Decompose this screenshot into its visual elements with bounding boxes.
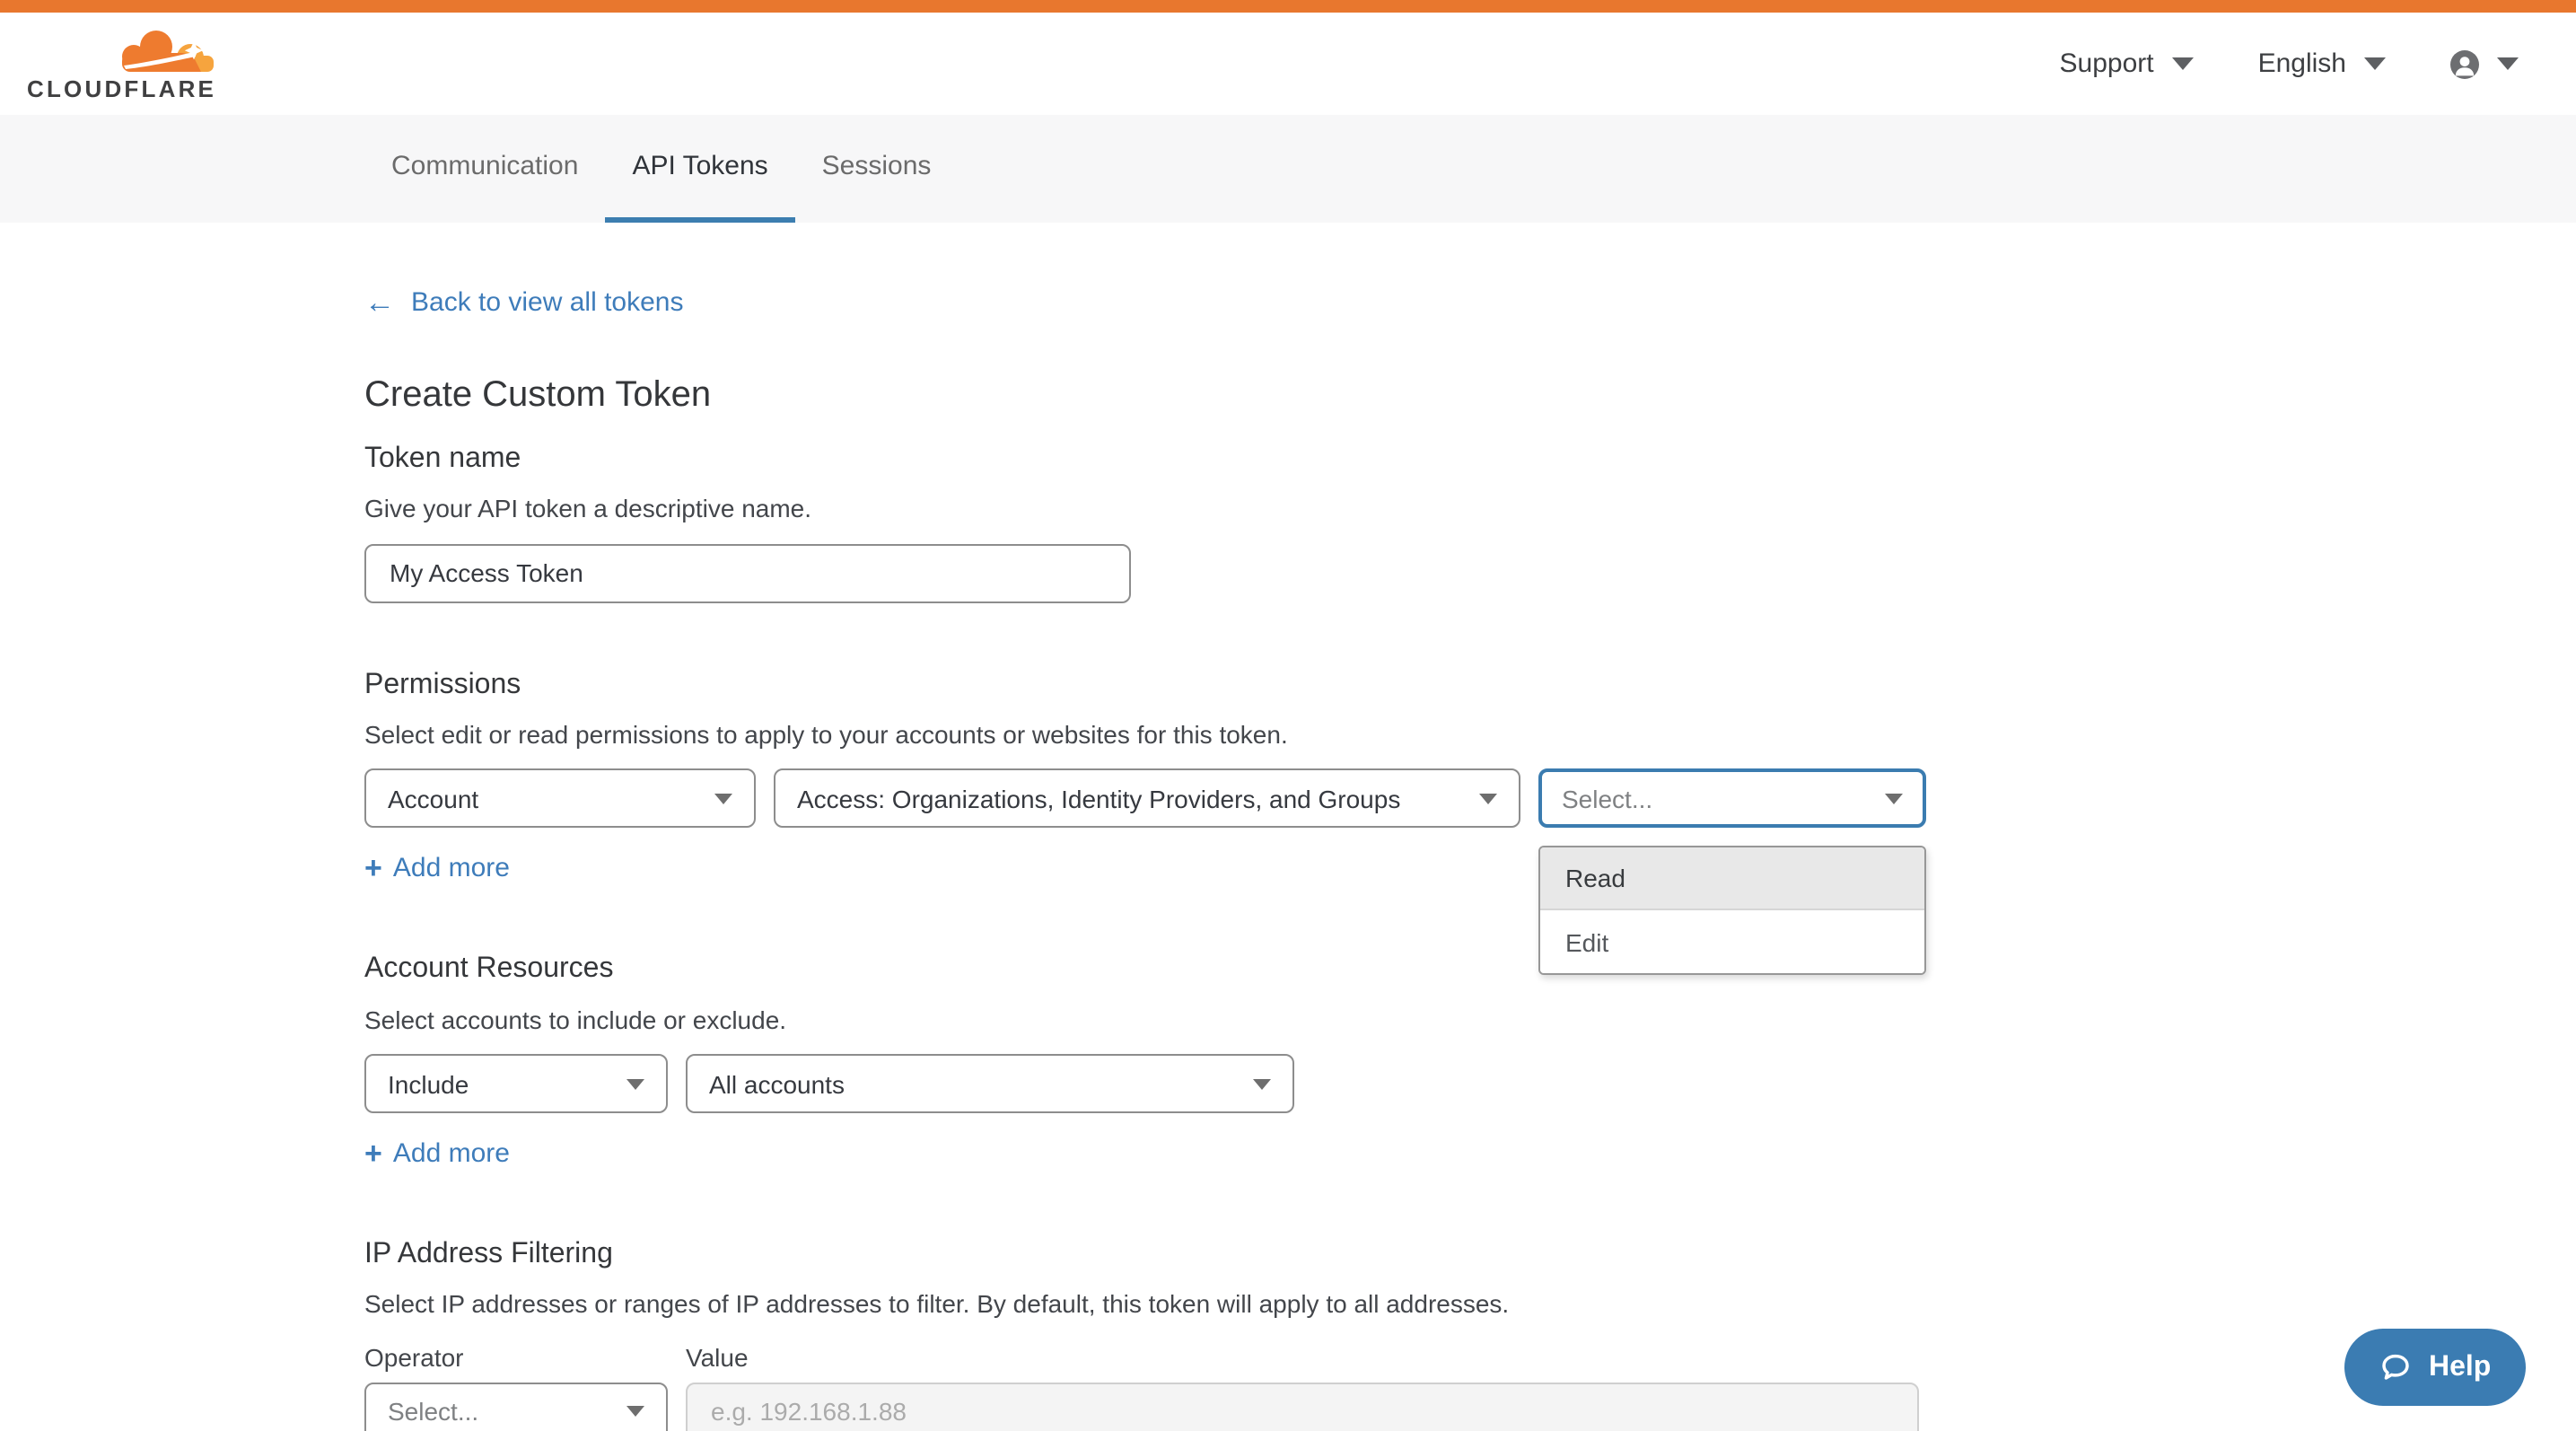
chevron-down-icon — [2172, 57, 2194, 70]
chevron-down-icon — [714, 794, 732, 804]
account-resources-add-more-link[interactable]: + Add more — [364, 1138, 510, 1169]
add-more-label: Add more — [393, 854, 510, 884]
page-title: Create Custom Token — [364, 375, 2576, 417]
menu-option-read[interactable]: Read — [1540, 848, 1924, 911]
permission-level-menu: Read Edit — [1538, 847, 1926, 976]
ip-filtering-row: Select... — [364, 1383, 2576, 1431]
permission-scope-dropdown[interactable]: Account — [364, 769, 756, 829]
language-label: English — [2258, 48, 2346, 79]
cloudflare-cloud-icon — [115, 28, 215, 76]
chevron-down-icon — [626, 1407, 644, 1418]
ip-filtering-section: IP Address Filtering Select IP addresses… — [364, 1237, 2576, 1431]
permissions-description: Select edit or read permissions to apply… — [364, 720, 2576, 751]
permissions-add-more-link[interactable]: + Add more — [364, 854, 510, 884]
avatar-icon — [2450, 49, 2479, 78]
tab-communication[interactable]: Communication — [364, 115, 605, 223]
permission-level-placeholder: Select... — [1562, 785, 1652, 813]
cloudflare-logo[interactable]: CLOUDFLARE — [27, 22, 210, 105]
ip-operator-dropdown[interactable]: Select... — [364, 1383, 668, 1431]
support-menu[interactable]: Support — [2060, 48, 2194, 79]
chevron-down-icon — [626, 1078, 644, 1089]
help-button[interactable]: Help — [2344, 1329, 2525, 1406]
ip-filtering-labels: Operator Value — [364, 1343, 2576, 1372]
back-link-label: Back to view all tokens — [411, 287, 684, 318]
ip-operator-placeholder: Select... — [388, 1398, 478, 1427]
permissions-section: Permissions Select edit or read permissi… — [364, 667, 2576, 887]
value-label: Value — [686, 1343, 749, 1372]
chevron-down-icon — [1885, 794, 1903, 804]
menu-option-edit[interactable]: Edit — [1540, 911, 1924, 974]
add-more-label: Add more — [393, 1138, 510, 1169]
main-content: ← Back to view all tokens Create Custom … — [0, 223, 2576, 1431]
permissions-heading: Permissions — [364, 667, 2576, 701]
permission-resource-value: Access: Organizations, Identity Provider… — [797, 785, 1400, 813]
operator-label: Operator — [364, 1343, 686, 1372]
account-menu[interactable] — [2450, 49, 2519, 78]
permission-level-dropdown[interactable]: Select... — [1538, 769, 1926, 829]
permission-resource-dropdown[interactable]: Access: Organizations, Identity Provider… — [774, 769, 1520, 829]
resource-mode-dropdown[interactable]: Include — [364, 1054, 668, 1113]
resource-selection-value: All accounts — [709, 1069, 845, 1098]
support-label: Support — [2060, 48, 2154, 79]
chevron-down-icon — [2364, 57, 2386, 70]
permission-scope-value: Account — [388, 785, 478, 813]
header: CLOUDFLARE Support English — [0, 13, 2576, 115]
arrow-left-icon: ← — [364, 287, 395, 318]
ip-filtering-description: Select IP addresses or ranges of IP addr… — [364, 1290, 2576, 1321]
permission-level-select-wrap: Select... Read Edit — [1538, 769, 1926, 829]
ip-value-input[interactable] — [686, 1383, 1919, 1431]
chevron-down-icon — [1253, 1078, 1271, 1089]
resource-mode-value: Include — [388, 1069, 469, 1098]
token-name-section: Token name Give your API token a descrip… — [364, 442, 2576, 602]
resource-selection-dropdown[interactable]: All accounts — [686, 1054, 1294, 1113]
language-menu[interactable]: English — [2258, 48, 2386, 79]
plus-icon: + — [364, 1138, 382, 1169]
plus-icon: + — [364, 854, 382, 884]
tab-api-tokens[interactable]: API Tokens — [605, 115, 794, 223]
account-resources-heading: Account Resources — [364, 953, 2576, 987]
token-name-heading: Token name — [364, 442, 2576, 476]
help-button-label: Help — [2429, 1351, 2491, 1383]
chat-bubble-icon — [2379, 1350, 2413, 1384]
tab-sessions[interactable]: Sessions — [795, 115, 959, 223]
account-resources-row: Include All accounts — [364, 1054, 2576, 1113]
token-name-input[interactable] — [364, 543, 1131, 602]
tab-bar: Communication API Tokens Sessions — [0, 115, 2576, 223]
account-resources-section: Account Resources Select accounts to inc… — [364, 953, 2576, 1172]
header-right: Support English — [2060, 48, 2519, 79]
chevron-down-icon — [1479, 794, 1497, 804]
cloudflare-wordmark: CLOUDFLARE — [27, 75, 216, 101]
token-name-description: Give your API token a descriptive name. — [364, 494, 2576, 525]
permissions-row: Account Access: Organizations, Identity … — [364, 769, 2576, 829]
account-resources-description: Select accounts to include or exclude. — [364, 1005, 2576, 1036]
back-to-tokens-link[interactable]: ← Back to view all tokens — [364, 287, 684, 318]
brand-accent-bar — [0, 0, 2576, 13]
ip-filtering-heading: IP Address Filtering — [364, 1237, 2576, 1271]
chevron-down-icon — [2497, 57, 2519, 70]
